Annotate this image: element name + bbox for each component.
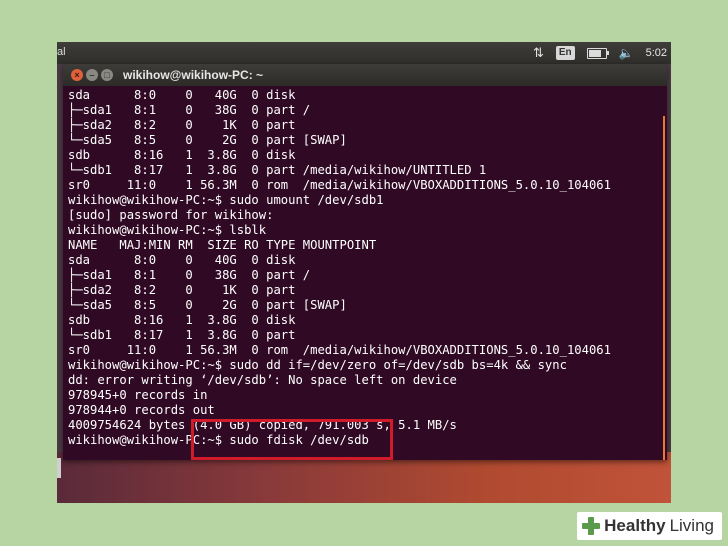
network-arrows-icon[interactable]: ⇅ xyxy=(533,45,544,61)
launcher-edge xyxy=(57,458,61,478)
terminal-line: └─sdb1 8:17 1 3.8G 0 part xyxy=(68,328,296,342)
clock[interactable]: 5:02 xyxy=(646,47,667,59)
app-menu-title[interactable]: al xyxy=(57,46,66,58)
watermark-logo: Healthy Living xyxy=(577,512,722,540)
battery-icon[interactable] xyxy=(586,47,609,59)
terminal-line: 978945+0 records in xyxy=(68,388,208,402)
terminal-line: sda 8:0 0 40G 0 disk xyxy=(68,88,296,102)
terminal-line: sda 8:0 0 40G 0 disk xyxy=(68,253,296,267)
terminal-line: sdb 8:16 1 3.8G 0 disk xyxy=(68,148,296,162)
terminal-line: ├─sda2 8:2 0 1K 0 part xyxy=(68,118,296,132)
maximize-button[interactable]: □ xyxy=(101,69,113,81)
terminal-line: └─sdb1 8:17 1 3.8G 0 part /media/wikihow… xyxy=(68,163,487,177)
battery-level-fill xyxy=(588,49,602,57)
terminal-line: [sudo] password for wikihow: xyxy=(68,208,274,222)
highlight-box xyxy=(191,419,393,460)
system-tray: ⇅ En 🔈 5:02 xyxy=(533,42,671,64)
terminal-output[interactable]: sda 8:0 0 40G 0 disk ├─sda1 8:1 0 38G 0 p… xyxy=(68,88,658,448)
terminal-line: └─sda5 8:5 0 2G 0 part [SWAP] xyxy=(68,133,347,147)
window-title: wikihow@wikihow-PC: ~ xyxy=(123,68,264,82)
terminal-line: ├─sda1 8:1 0 38G 0 part / xyxy=(68,103,311,117)
window-titlebar[interactable]: × – □ wikihow@wikihow-PC: ~ xyxy=(63,64,667,86)
terminal-line: dd: error writing ‘/dev/sdb’: No space l… xyxy=(68,373,457,387)
terminal-line: NAME MAJ:MIN RM SIZE RO TYPE MOUNTPOINT xyxy=(68,238,377,252)
terminal-line: sdb 8:16 1 3.8G 0 disk xyxy=(68,313,296,327)
terminal-line: sr0 11:0 1 56.3M 0 rom /media/wikihow/VB… xyxy=(68,178,611,192)
terminal-line: 978944+0 records out xyxy=(68,403,215,417)
terminal-line: wikihow@wikihow-PC:~$ sudo umount /dev/s… xyxy=(68,193,384,207)
terminal-line: sr0 11:0 1 56.3M 0 rom /media/wikihow/VB… xyxy=(68,343,611,357)
watermark-word-1: Healthy xyxy=(604,516,666,535)
terminal-line: ├─sda1 8:1 0 38G 0 part / xyxy=(68,268,311,282)
terminal-line: ├─sda2 8:2 0 1K 0 part xyxy=(68,283,296,297)
terminal-scrollbar[interactable] xyxy=(663,116,665,460)
watermark-word-2: Living xyxy=(669,516,714,535)
terminal-line: wikihow@wikihow-PC:~$ sudo dd if=/dev/ze… xyxy=(68,358,567,372)
keyboard-language-indicator[interactable]: En xyxy=(555,46,575,60)
plus-logo-icon xyxy=(581,516,601,536)
terminal-line: wikihow@wikihow-PC:~$ lsblk xyxy=(68,223,267,237)
minimize-button[interactable]: – xyxy=(86,69,98,81)
close-button[interactable]: × xyxy=(71,69,83,81)
top-panel: al ⇅ En 🔈 5:02 xyxy=(57,42,671,64)
terminal-line: └─sda5 8:5 0 2G 0 part [SWAP] xyxy=(68,298,347,312)
volume-icon[interactable]: 🔈 xyxy=(619,46,634,60)
terminal-window[interactable]: × – □ wikihow@wikihow-PC: ~ sda 8:0 0 40… xyxy=(63,64,667,460)
